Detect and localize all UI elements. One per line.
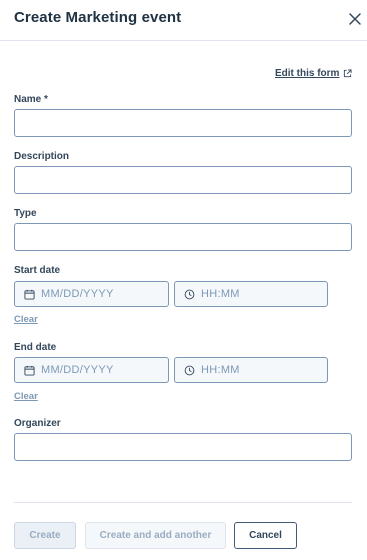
external-link-icon: [344, 69, 353, 78]
start-date-input[interactable]: MM/DD/YYYY: [14, 281, 169, 307]
clock-icon: [184, 289, 195, 299]
end-date-placeholder: MM/DD/YYYY: [41, 364, 114, 376]
end-date-clear-link[interactable]: Clear: [14, 391, 38, 402]
start-date-label: Start date: [14, 265, 61, 276]
name-input[interactable]: [14, 109, 352, 137]
clock-icon: [184, 365, 195, 375]
calendar-icon: [24, 289, 35, 300]
create-and-add-another-button[interactable]: Create and add another: [85, 522, 226, 549]
end-date-input[interactable]: MM/DD/YYYY: [14, 357, 169, 383]
calendar-icon: [24, 365, 35, 376]
end-time-input[interactable]: HH:MM: [174, 357, 328, 383]
edit-this-form-link[interactable]: Edit this form: [275, 68, 353, 79]
start-time-input[interactable]: HH:MM: [174, 281, 328, 307]
organizer-input[interactable]: [14, 433, 352, 461]
end-date-label: End date: [14, 342, 57, 353]
description-input[interactable]: [14, 166, 352, 194]
name-label: Name *: [14, 94, 48, 105]
close-icon[interactable]: [346, 10, 364, 28]
edit-this-form-label: Edit this form: [275, 68, 340, 79]
type-input[interactable]: [14, 223, 352, 251]
start-date-placeholder: MM/DD/YYYY: [41, 288, 114, 300]
create-button[interactable]: Create: [14, 522, 76, 549]
start-date-clear-link[interactable]: Clear: [14, 314, 38, 325]
type-label: Type: [14, 208, 37, 219]
footer-divider: [14, 502, 352, 503]
cancel-button[interactable]: Cancel: [234, 522, 297, 549]
dialog-header: Create Marketing event: [0, 0, 367, 41]
dialog-title: Create Marketing event: [14, 9, 182, 26]
start-time-placeholder: HH:MM: [201, 288, 240, 300]
description-label: Description: [14, 151, 70, 162]
end-time-placeholder: HH:MM: [201, 364, 240, 376]
organizer-label: Organizer: [14, 418, 61, 429]
